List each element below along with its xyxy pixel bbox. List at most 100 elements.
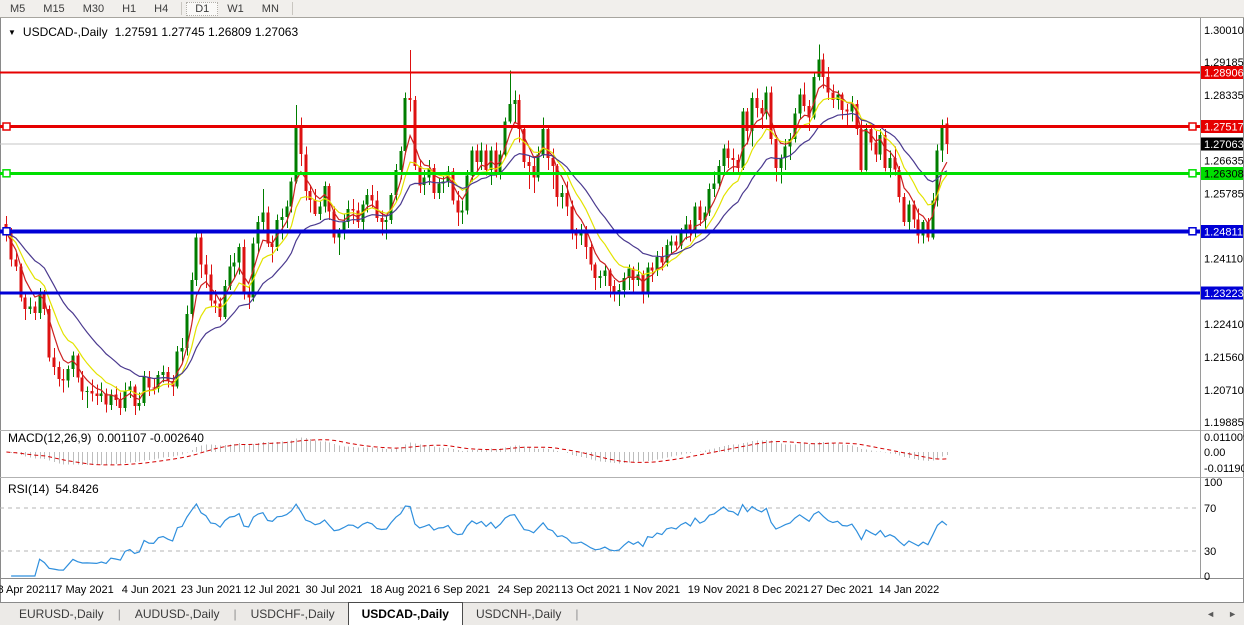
candle-body [818,59,821,76]
tab-separator: | [574,603,579,625]
toolbar-separator [292,2,293,15]
rsi-axis-label: 30 [1204,546,1216,558]
candle-body [547,129,550,158]
macd-axis-label: 0.011009 [1204,432,1244,444]
price-chart-canvas[interactable]: 1.300101.291851.283351.266351.257851.241… [0,0,1244,625]
candle-body [86,391,89,392]
line-drag-handle[interactable] [1189,170,1196,177]
candle-body [162,372,165,375]
timeframe-button-m15[interactable]: M15 [34,2,73,16]
line-drag-handle[interactable] [1189,228,1196,235]
candle-body [267,212,270,243]
tab-scroll-right-icon[interactable]: ► [1228,609,1237,619]
date-axis-label: 12 Jul 2021 [244,584,301,596]
candle-body [775,139,778,168]
candle-body [319,207,322,214]
hline-badge-label: 1.23223 [1204,288,1244,300]
candle-body [281,217,284,220]
candle-body [15,260,18,267]
date-axis-label: 13 Oct 2021 [561,584,621,596]
line-drag-handle[interactable] [3,123,10,130]
line-drag-handle[interactable] [3,228,10,235]
candle-body [884,135,887,168]
date-axis-label: 8 Dec 2021 [753,584,809,596]
candle-body [124,390,127,407]
timeframe-button-m5[interactable]: M5 [1,2,34,16]
candle-body [651,267,654,270]
tab-scroll-left-icon[interactable]: ◄ [1206,609,1215,619]
candle-body [100,394,103,397]
hline-badge-label: 1.24811 [1204,226,1243,238]
price-axis-label: 1.22410 [1204,319,1244,331]
candle-body [661,257,664,263]
hline-badge-label: 1.26308 [1204,168,1244,180]
bull-candle-wicks [31,44,943,411]
candle-body [404,98,407,151]
candle-body [699,207,702,221]
timeframe-button-w1[interactable]: W1 [218,2,253,16]
line-drag-handle[interactable] [1189,123,1196,130]
tab-usdchf[interactable]: USDCHF-,Daily [238,603,348,625]
candle-body [314,200,317,214]
candle-body [476,150,479,162]
timeframe-button-h4[interactable]: H4 [145,2,177,16]
date-axis-label: 14 Jan 2022 [879,584,940,596]
candle-body [613,286,616,292]
candle-body [385,220,388,222]
price-axis-label: 1.24110 [1204,253,1243,265]
candle-body [903,197,906,222]
candle-body [371,195,374,201]
symbol-dropdown-icon[interactable]: ▼ [8,28,16,37]
timeframe-button-mn[interactable]: MN [253,2,288,16]
candle-body [271,243,274,247]
timeframe-button-d1[interactable]: D1 [186,2,218,16]
candle-body [585,232,588,248]
toolbar-separator [181,2,182,15]
rsi-axis-label: 70 [1204,503,1216,515]
macd-histogram [7,438,948,466]
candle-body [62,379,65,381]
hline-badge-label: 1.27517 [1204,122,1244,134]
tab-usdcnh[interactable]: USDCNH-,Daily [463,603,574,625]
candle-body [756,98,759,108]
timeframe-button-m30[interactable]: M30 [74,2,113,16]
candle-body [286,207,289,218]
candle-body [761,108,764,114]
moving-average-5 [6,85,947,401]
candle-body [457,201,460,213]
candle-body [195,238,198,281]
candle-body [827,77,830,93]
price-axis-label: 1.26635 [1204,156,1244,168]
candle-body [138,403,141,406]
candle-body [53,358,56,368]
tab-audusd[interactable]: AUDUSD-,Daily [122,603,233,625]
candle-body [670,241,673,245]
candle-body [803,94,806,106]
candle-body [566,193,569,207]
tab-eurusd[interactable]: EURUSD-,Daily [6,603,117,625]
candle-body [461,210,464,212]
candle-body [58,367,61,379]
candle-body [780,158,783,168]
candle-body [200,238,203,265]
candle-body [352,209,355,210]
candle-body [423,178,426,186]
candle-body [96,394,99,397]
candle-body [300,125,303,154]
price-axis-label: 1.25785 [1204,189,1244,201]
candle-body [941,125,944,150]
macd-axis-label: 0.00 [1204,447,1225,459]
candle-body [480,150,483,162]
candle-body [29,306,32,309]
date-axis-label: 6 Sep 2021 [434,584,490,596]
candle-body [528,162,531,166]
line-drag-handle[interactable] [3,170,10,177]
candle-body [233,263,236,267]
timeframe-button-h1[interactable]: H1 [113,2,145,16]
candle-body [219,303,222,317]
candle-body [837,94,840,100]
candle-body [865,129,868,170]
tab-usdcad[interactable]: USDCAD-,Daily [348,602,463,625]
candle-body [438,183,441,193]
candle-body [262,212,265,222]
